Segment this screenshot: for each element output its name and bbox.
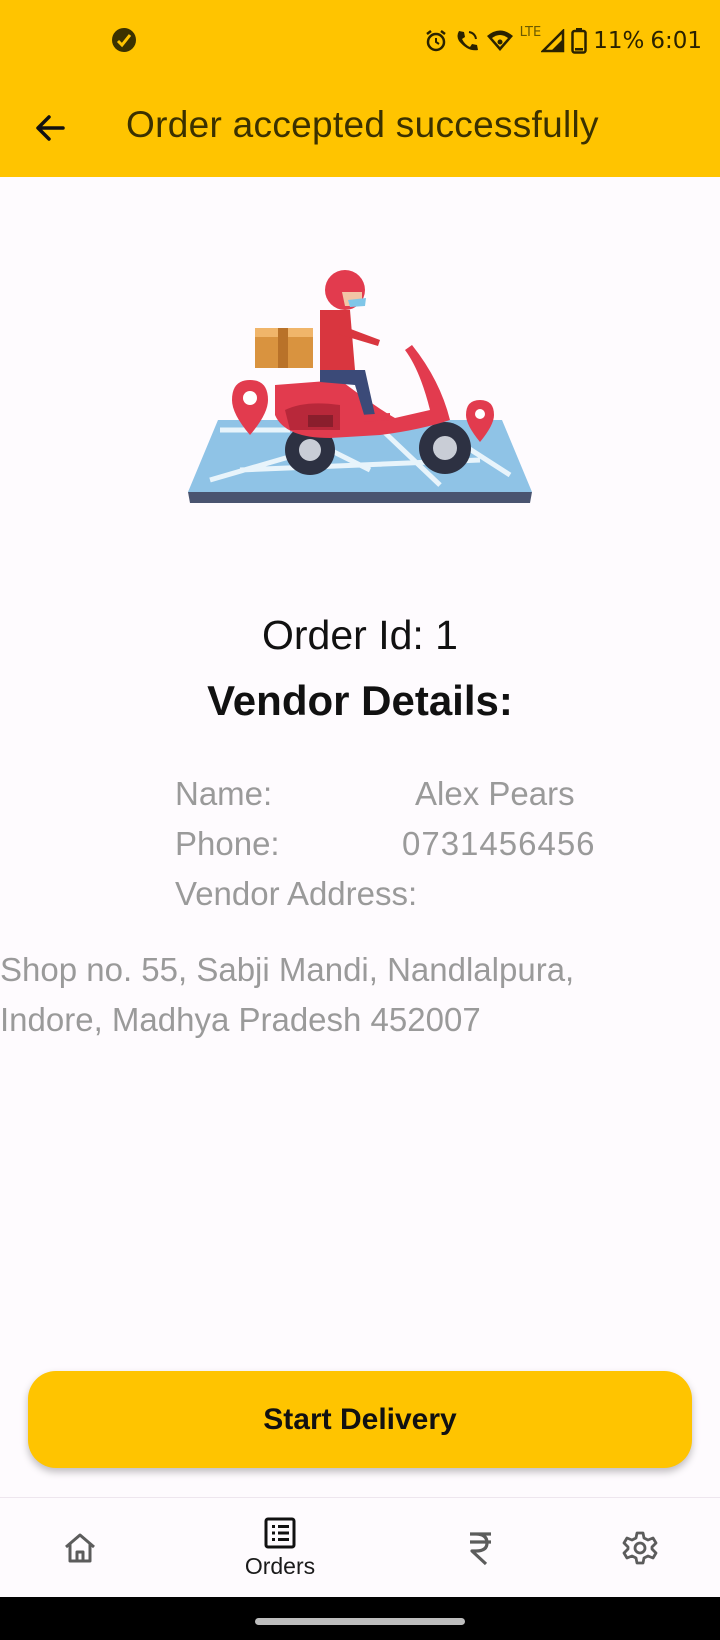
- rupee-icon: [470, 1532, 491, 1566]
- vendor-name-value: Alex Pears: [415, 775, 575, 812]
- alarm-icon: [424, 29, 448, 53]
- vendor-phone-value: 0731456456: [402, 825, 596, 862]
- vendor-address-line-2: Indore, Madhya Pradesh 452007: [0, 1001, 481, 1038]
- delivery-scooter-illustration: [180, 270, 540, 510]
- vendor-address-label: Vendor Address:: [175, 875, 418, 912]
- nav-item-home[interactable]: [40, 1498, 120, 1598]
- lte-label: LTE: [519, 24, 542, 40]
- home-icon: [65, 1533, 95, 1563]
- order-id: Order Id: 1: [262, 612, 458, 658]
- app-bar: Order accepted successfully: [0, 80, 720, 177]
- gesture-handle[interactable]: [255, 1618, 465, 1625]
- nav-item-orders[interactable]: Orders: [220, 1498, 340, 1598]
- wifi-icon: [486, 29, 514, 53]
- top-bar: LTE 11% 6:01 Order accepted successfully: [0, 0, 720, 177]
- battery-percent: 11%: [593, 28, 645, 54]
- arrow-left-icon: [36, 115, 65, 141]
- vendor-address: Shop no. 55, Sabji Mandi, Nandlalpura, I…: [0, 945, 720, 1045]
- status-icons: LTE 11% 6:01: [424, 24, 702, 58]
- status-bar: LTE 11% 6:01: [0, 0, 720, 80]
- nav-item-settings[interactable]: [600, 1498, 680, 1598]
- back-button[interactable]: [24, 102, 76, 154]
- vendor-address-line-1: Shop no. 55, Sabji Mandi, Nandlalpura,: [0, 951, 575, 988]
- bottom-navigation: Orders: [0, 1497, 720, 1597]
- vendor-details-heading: Vendor Details:: [207, 677, 513, 724]
- gear-icon: [622, 1531, 658, 1565]
- gesture-navigation-bar: [0, 1597, 720, 1640]
- app-notification-icon: [110, 26, 138, 54]
- clock: 6:01: [650, 28, 702, 54]
- nav-orders-label: Orders: [244, 1552, 316, 1579]
- nav-item-earnings[interactable]: [440, 1498, 520, 1598]
- wifi-calling-icon: [454, 28, 480, 54]
- page-title: Order accepted successfully: [126, 104, 599, 145]
- battery-icon: [571, 28, 587, 54]
- signal-icon: [541, 29, 565, 53]
- list-icon: [264, 1517, 296, 1548]
- start-delivery-button[interactable]: Start Delivery: [28, 1371, 692, 1468]
- vendor-name-label: Name:: [175, 775, 273, 812]
- vendor-phone-label: Phone:: [175, 825, 280, 862]
